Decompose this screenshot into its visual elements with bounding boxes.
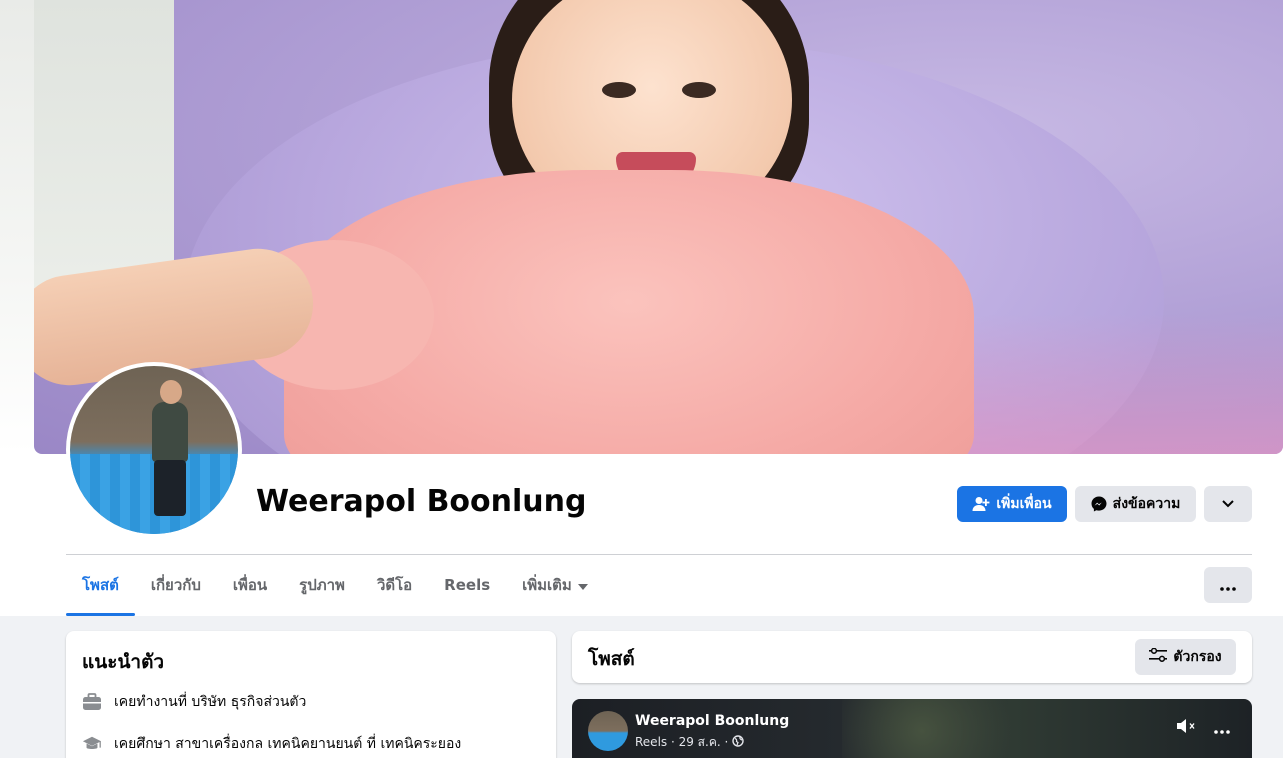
graduation-cap-icon bbox=[82, 734, 102, 754]
filter-label: ตัวกรอง bbox=[1173, 649, 1222, 665]
profile-options-button[interactable] bbox=[1204, 486, 1252, 522]
tab-label: เกี่ยวกับ bbox=[150, 576, 201, 594]
avatar-person-body bbox=[152, 402, 188, 462]
caret-down-icon bbox=[577, 576, 588, 594]
cover-child-eye-left bbox=[602, 82, 636, 98]
post-author-avatar[interactable] bbox=[588, 711, 628, 751]
tab-label: Reels bbox=[444, 576, 491, 594]
profile-tabs: โพสต์ เกี่ยวกับ เพื่อน รูปภาพ วิดีโอ Ree… bbox=[66, 556, 604, 616]
cover-child-eye-right bbox=[682, 82, 716, 98]
add-friend-label: เพิ่มเพื่อน bbox=[996, 496, 1052, 512]
post-author-name[interactable]: Weerapol Boonlung bbox=[635, 713, 789, 729]
post-meta-text: Reels · 29 ส.ค. · bbox=[635, 735, 729, 749]
avatar-person-head bbox=[160, 380, 182, 404]
mute-speaker-icon[interactable] bbox=[1176, 717, 1198, 739]
intro-title: แนะนำตัว bbox=[82, 651, 165, 673]
avatar-person-legs bbox=[154, 460, 186, 516]
reel-background-foliage bbox=[842, 699, 1042, 758]
tab-photos[interactable]: รูปภาพ bbox=[283, 556, 361, 614]
intro-item-text: เคยทำงานที่ บริษัท ธุรกิจส่วนตัว bbox=[114, 694, 307, 710]
tab-about[interactable]: เกี่ยวกับ bbox=[135, 556, 217, 614]
profile-name: Weerapol Boonlung bbox=[256, 484, 587, 519]
globe-icon bbox=[732, 735, 744, 750]
tab-reels[interactable]: Reels bbox=[428, 556, 506, 614]
post-meta: Reels · 29 ส.ค. · bbox=[635, 733, 744, 752]
message-label: ส่งข้อความ bbox=[1112, 496, 1181, 512]
post-options-ellipsis-icon[interactable] bbox=[1214, 719, 1230, 738]
tabs-more-options-button[interactable] bbox=[1204, 567, 1252, 603]
reel-post[interactable]: Weerapol Boonlung Reels · 29 ส.ค. · bbox=[572, 699, 1252, 758]
message-button[interactable]: ส่งข้อความ bbox=[1075, 486, 1196, 522]
tab-label: เพื่อน bbox=[232, 576, 268, 594]
tab-label: รูปภาพ bbox=[299, 576, 345, 594]
posts-title: โพสต์ bbox=[588, 648, 635, 670]
tab-label: วิดีโอ bbox=[376, 576, 413, 594]
intro-card: แนะนำตัว เคยทำงานที่ บริษัท ธุรกิจส่วนตั… bbox=[66, 631, 556, 758]
profile-avatar[interactable] bbox=[66, 362, 242, 538]
filter-sliders-icon bbox=[1149, 647, 1168, 666]
tab-label: โพสต์ bbox=[82, 576, 119, 594]
intro-item-text: เคยศึกษา สาขาเครื่องกล เทคนิคยานยนต์ ที่… bbox=[114, 736, 462, 752]
reel-controls bbox=[1176, 717, 1230, 739]
intro-item-work: เคยทำงานที่ บริษัท ธุรกิจส่วนตัว bbox=[82, 691, 540, 713]
cover-photo[interactable] bbox=[34, 0, 1283, 454]
tab-friends[interactable]: เพื่อน bbox=[217, 556, 283, 614]
tab-label: เพิ่มเติม bbox=[522, 576, 572, 594]
avatar-photo bbox=[70, 366, 238, 534]
tab-more[interactable]: เพิ่มเติม bbox=[506, 556, 604, 614]
add-friend-icon bbox=[972, 496, 990, 512]
header-divider bbox=[66, 554, 1252, 555]
posts-header-card: โพสต์ ตัวกรอง bbox=[572, 631, 1252, 683]
tab-videos[interactable]: วิดีโอ bbox=[361, 556, 428, 614]
messenger-icon bbox=[1091, 496, 1107, 512]
intro-item-education: เคยศึกษา สาขาเครื่องกล เทคนิคยานยนต์ ที่… bbox=[82, 733, 540, 755]
add-friend-button[interactable]: เพิ่มเพื่อน bbox=[957, 486, 1067, 522]
chevron-down-icon bbox=[1222, 500, 1234, 508]
page-left-edge bbox=[0, 0, 34, 454]
ellipsis-icon bbox=[1220, 576, 1236, 595]
briefcase-icon bbox=[82, 692, 102, 712]
filter-button[interactable]: ตัวกรอง bbox=[1135, 639, 1236, 675]
tab-posts[interactable]: โพสต์ bbox=[66, 556, 135, 616]
